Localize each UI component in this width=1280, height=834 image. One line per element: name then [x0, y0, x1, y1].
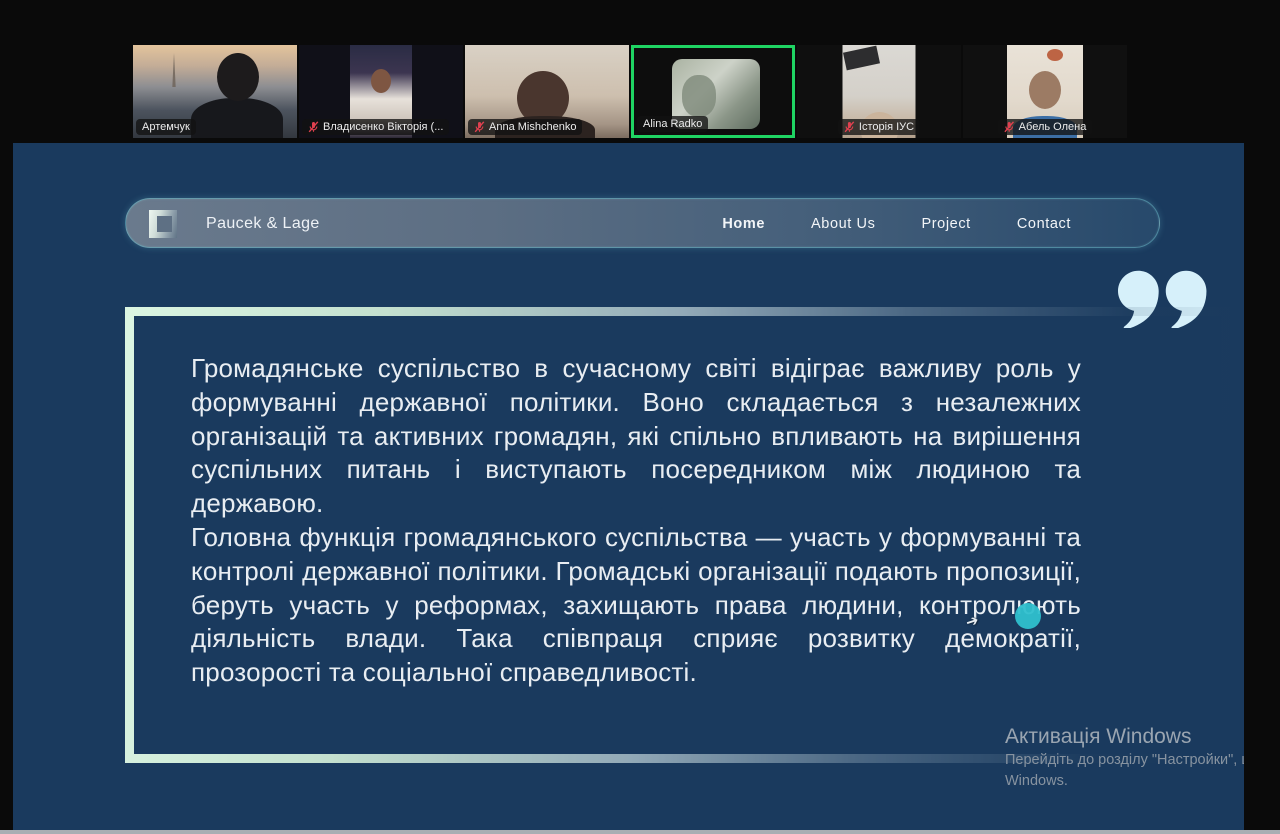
- quote-box: Громадянське суспільство в сучасному сві…: [125, 307, 1230, 763]
- nav-menu: Home About Us Project Contact: [722, 199, 1159, 249]
- participant-name-label: Абель Олена: [998, 119, 1093, 135]
- windows-activation-watermark: Активація Windows Перейдіть до розділу "…: [1005, 724, 1244, 792]
- watermark-line: Перейдіть до розділу "Настройки", щоб: [1005, 750, 1244, 771]
- nav-item-home[interactable]: Home: [722, 216, 765, 232]
- participant-name-label: Anna Mishchenko: [468, 119, 582, 135]
- meeting-window: Артемчук Владисенко Вікторія (... Anna: [0, 0, 1280, 834]
- participant-name: Історія ІУС: [859, 121, 914, 133]
- participant-tile-active-speaker[interactable]: Alina Radko: [631, 45, 795, 138]
- brand-name: Paucek & Lage: [206, 199, 320, 249]
- participant-name-label: Владисенко Вікторія (...: [302, 119, 449, 135]
- participant-name: Артемчук: [142, 121, 190, 133]
- slide-navbar: Paucek & Lage Home About Us Project Cont…: [125, 198, 1160, 248]
- participant-name: Абель Олена: [1019, 121, 1087, 133]
- nav-item-contact[interactable]: Contact: [1017, 216, 1071, 232]
- participant-name-label: Alina Radko: [637, 116, 708, 132]
- muted-mic-icon: [844, 121, 855, 133]
- participant-name: Anna Mishchenko: [489, 121, 576, 133]
- watermark-title: Активація Windows: [1005, 724, 1244, 750]
- nav-item-about-us[interactable]: About Us: [811, 216, 875, 232]
- quote-paragraph: Громадянське суспільство в сучасному сві…: [191, 352, 1081, 521]
- muted-mic-icon: [308, 121, 319, 133]
- participant-tile[interactable]: Владисенко Вікторія (...: [299, 45, 463, 138]
- participant-name-label: Артемчук: [136, 119, 196, 135]
- participant-name: Alina Radko: [643, 118, 702, 130]
- participant-name: Владисенко Вікторія (...: [323, 121, 443, 133]
- brand-logo-icon: [149, 210, 177, 238]
- nav-item-project[interactable]: Project: [921, 216, 970, 232]
- muted-mic-icon: [1004, 121, 1015, 133]
- participant-name-label: Історія ІУС: [838, 119, 920, 135]
- watermark-line: Windows.: [1005, 771, 1244, 792]
- muted-mic-icon: [474, 121, 485, 133]
- participant-tile[interactable]: Anna Mishchenko: [465, 45, 629, 138]
- participant-tile[interactable]: Історія ІУС: [797, 45, 961, 138]
- participant-tile[interactable]: Артемчук: [133, 45, 297, 138]
- participant-tile[interactable]: Абель Олена: [963, 45, 1127, 138]
- laser-pointer-dot: [1015, 603, 1041, 629]
- quote-paragraph: Головна функція громадянського суспільст…: [191, 521, 1081, 690]
- shared-slide: Paucek & Lage Home About Us Project Cont…: [13, 143, 1244, 834]
- taskbar-edge: [0, 830, 1280, 834]
